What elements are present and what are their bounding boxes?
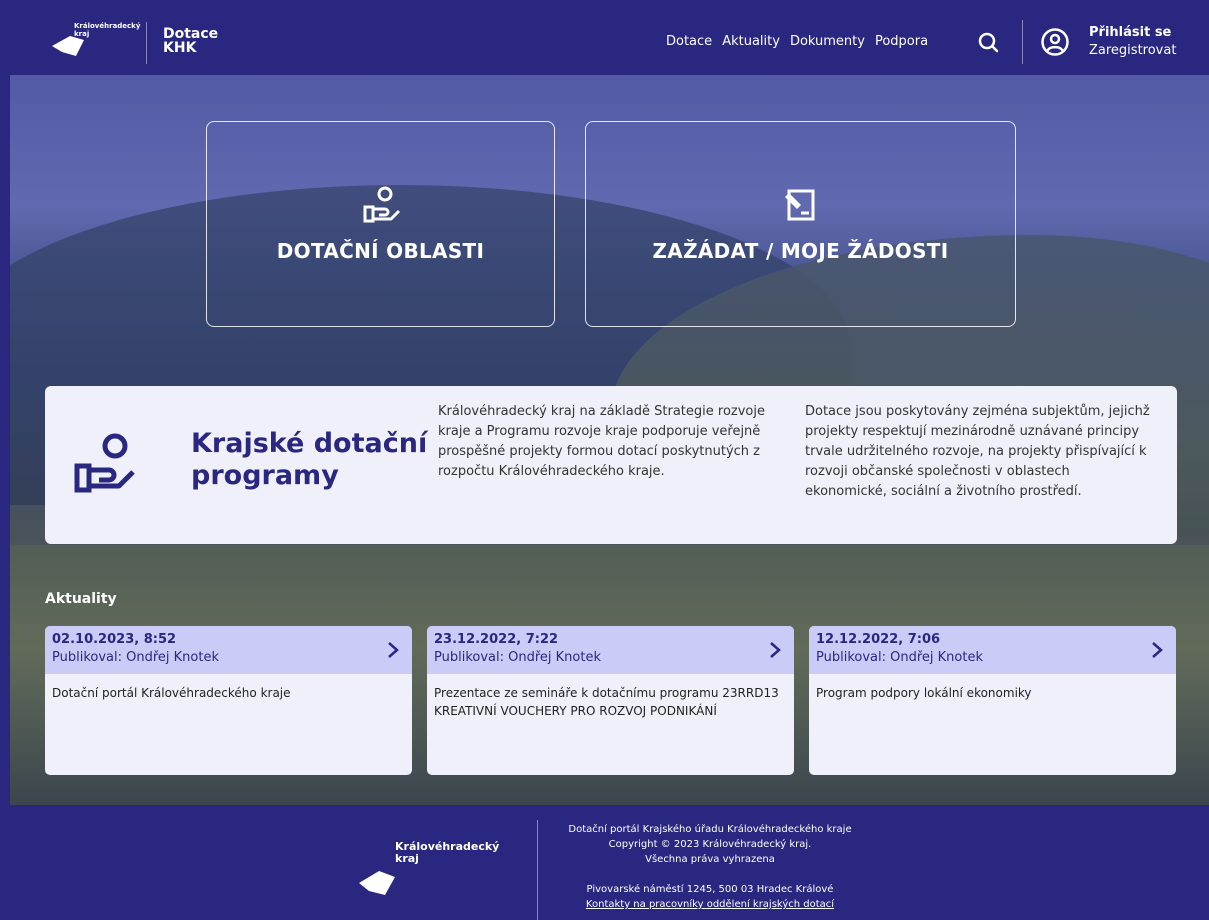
hand-user-icon — [74, 433, 135, 493]
news-card-header: 12.12.2022, 7:06 Publikoval: Ondřej Knot… — [809, 626, 1176, 674]
info-text-2: Dotace jsou poskytovány zejména subjektů… — [805, 404, 1150, 499]
news-author: Publikoval: Ondřej Knotek — [816, 650, 983, 665]
news-text: Program podpory lokální ekonomiky — [816, 686, 1032, 700]
footer-logo-text: Královéhradecký kraj — [395, 840, 500, 865]
chevron-right-icon[interactable] — [768, 640, 782, 660]
news-date: 12.12.2022, 7:06 — [816, 632, 941, 647]
footer-line: Copyright © 2023 Královéhradecký kraj. — [608, 839, 812, 850]
news-author: Publikoval: Ondřej Knotek — [434, 650, 601, 665]
news-card-header: 02.10.2023, 8:52 Publikoval: Ondřej Knot… — [45, 626, 412, 674]
info-text-1: Královéhradecký kraj na základě Strategi… — [438, 404, 765, 479]
chevron-right-icon[interactable] — [1150, 640, 1164, 660]
info-title: Krajské dotační programy — [191, 428, 428, 491]
news-card-header: 23.12.2022, 7:22 Publikoval: Ondřej Knot… — [427, 626, 794, 674]
main-nav: Dotace Aktuality Dokumenty Podpora — [666, 34, 928, 49]
footer-text: Dotační portál Krajského úřadu Královéhr… — [550, 822, 870, 912]
site-header: Královéhradecký kraj Dotace KHK Dotace A… — [10, 10, 1194, 75]
hand-user-icon — [363, 186, 400, 223]
nav-item-podpora[interactable]: Podpora — [875, 34, 928, 49]
tile-label: ZAŽÁDAT / MOJE ŽÁDOSTI — [652, 239, 949, 263]
header-separator — [1022, 20, 1023, 64]
chevron-right-icon[interactable] — [386, 640, 400, 660]
search-icon[interactable] — [976, 30, 1000, 54]
footer-line: Všechna práva vyhrazena — [645, 854, 775, 865]
register-link[interactable]: Zaregistrovat — [1089, 43, 1176, 58]
brand-separator — [146, 22, 147, 64]
nav-item-dokumenty[interactable]: Dokumenty — [790, 34, 865, 49]
nav-item-aktuality[interactable]: Aktuality — [722, 34, 780, 49]
logo-text: Královéhradecký kraj — [74, 22, 141, 38]
news-text: Dotační portál Královéhradeckého kraje — [52, 686, 291, 700]
footer-gap — [550, 867, 870, 882]
news-section-title: Aktuality — [45, 591, 117, 607]
brand-line1: Dotace — [163, 26, 219, 42]
tile-dotacni-oblasti[interactable]: DOTAČNÍ OBLASTI — [206, 121, 555, 327]
site-footer: Královéhradecký kraj Dotační portál Kraj… — [10, 805, 1194, 920]
news-card[interactable]: 02.10.2023, 8:52 Publikoval: Ondřej Knot… — [45, 626, 412, 775]
tile-zazadat[interactable]: ZAŽÁDAT / MOJE ŽÁDOSTI — [585, 121, 1016, 327]
form-edit-icon — [784, 189, 814, 221]
user-circle-icon[interactable] — [1040, 27, 1070, 57]
footer-separator — [537, 820, 538, 920]
login-link[interactable]: Přihlásit se — [1089, 25, 1171, 40]
programs-info-card: Krajské dotační programy Královéhradecký… — [45, 386, 1177, 544]
news-card[interactable]: 23.12.2022, 7:22 Publikoval: Ondřej Knot… — [427, 626, 794, 775]
news-card[interactable]: 12.12.2022, 7:06 Publikoval: Ondřej Knot… — [809, 626, 1176, 775]
news-date: 23.12.2022, 7:22 — [434, 632, 559, 647]
news-date: 02.10.2023, 8:52 — [52, 632, 177, 647]
news-author: Publikoval: Ondřej Knotek — [52, 650, 219, 665]
tile-label: DOTAČNÍ OBLASTI — [276, 239, 485, 263]
footer-contacts-link[interactable]: Kontakty na pracovníky oddělení krajskýc… — [586, 899, 834, 910]
news-text: Prezentace ze semináře k dotačnímu progr… — [434, 686, 779, 718]
nav-item-dotace[interactable]: Dotace — [666, 34, 712, 49]
brand-line2: KHK — [163, 40, 197, 56]
footer-address: Pivovarské náměstí 1245, 500 03 Hradec K… — [586, 884, 834, 895]
brand-name[interactable]: Dotace KHK — [163, 27, 218, 55]
footer-line: Dotační portál Krajského úřadu Královéhr… — [568, 824, 852, 835]
